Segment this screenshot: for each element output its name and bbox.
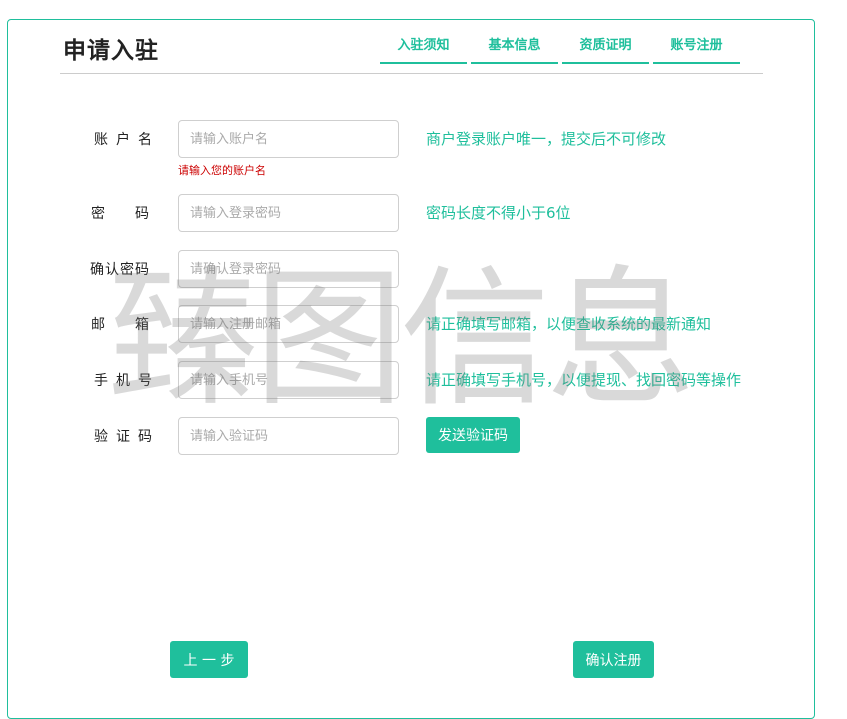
phone-input[interactable] [178, 361, 399, 399]
tab-step-notice[interactable]: 入驻须知 [380, 34, 467, 64]
confirm-password-input[interactable] [178, 250, 399, 288]
password-label: 密码 [91, 206, 179, 222]
confirm-register-button[interactable]: 确认注册 [573, 641, 654, 678]
password-input[interactable] [178, 194, 399, 232]
password-hint: 密码长度不得小于6位 [426, 204, 571, 222]
phone-label: 手机号 [94, 373, 160, 389]
email-hint: 请正确填写邮箱，以便查收系统的最新通知 [426, 315, 712, 333]
page-title: 申请入驻 [63, 37, 159, 64]
email-label: 邮箱 [91, 317, 179, 333]
step-tabs: 入驻须知 基本信息 资质证明 账号注册 [380, 34, 744, 64]
tab-step-basic-info[interactable]: 基本信息 [471, 34, 558, 64]
tab-step-qualification[interactable]: 资质证明 [562, 34, 649, 64]
account-label: 账户名 [94, 132, 160, 148]
account-error-message: 请输入您的账户名 [178, 164, 266, 177]
tab-step-account-registration[interactable]: 账号注册 [653, 34, 740, 64]
verification-code-label: 验证码 [94, 429, 160, 445]
send-code-button[interactable]: 发送验证码 [426, 417, 520, 453]
header-divider [60, 73, 763, 74]
account-hint: 商户登录账户唯一，提交后不可修改 [426, 130, 667, 148]
verification-code-input[interactable] [178, 417, 399, 455]
confirm-password-label: 确认密码 [90, 262, 150, 278]
previous-step-button[interactable]: 上 一 步 [170, 641, 248, 678]
account-input[interactable] [178, 120, 399, 158]
phone-hint: 请正确填写手机号，以便提现、找回密码等操作 [426, 371, 742, 389]
email-input[interactable] [178, 305, 399, 343]
